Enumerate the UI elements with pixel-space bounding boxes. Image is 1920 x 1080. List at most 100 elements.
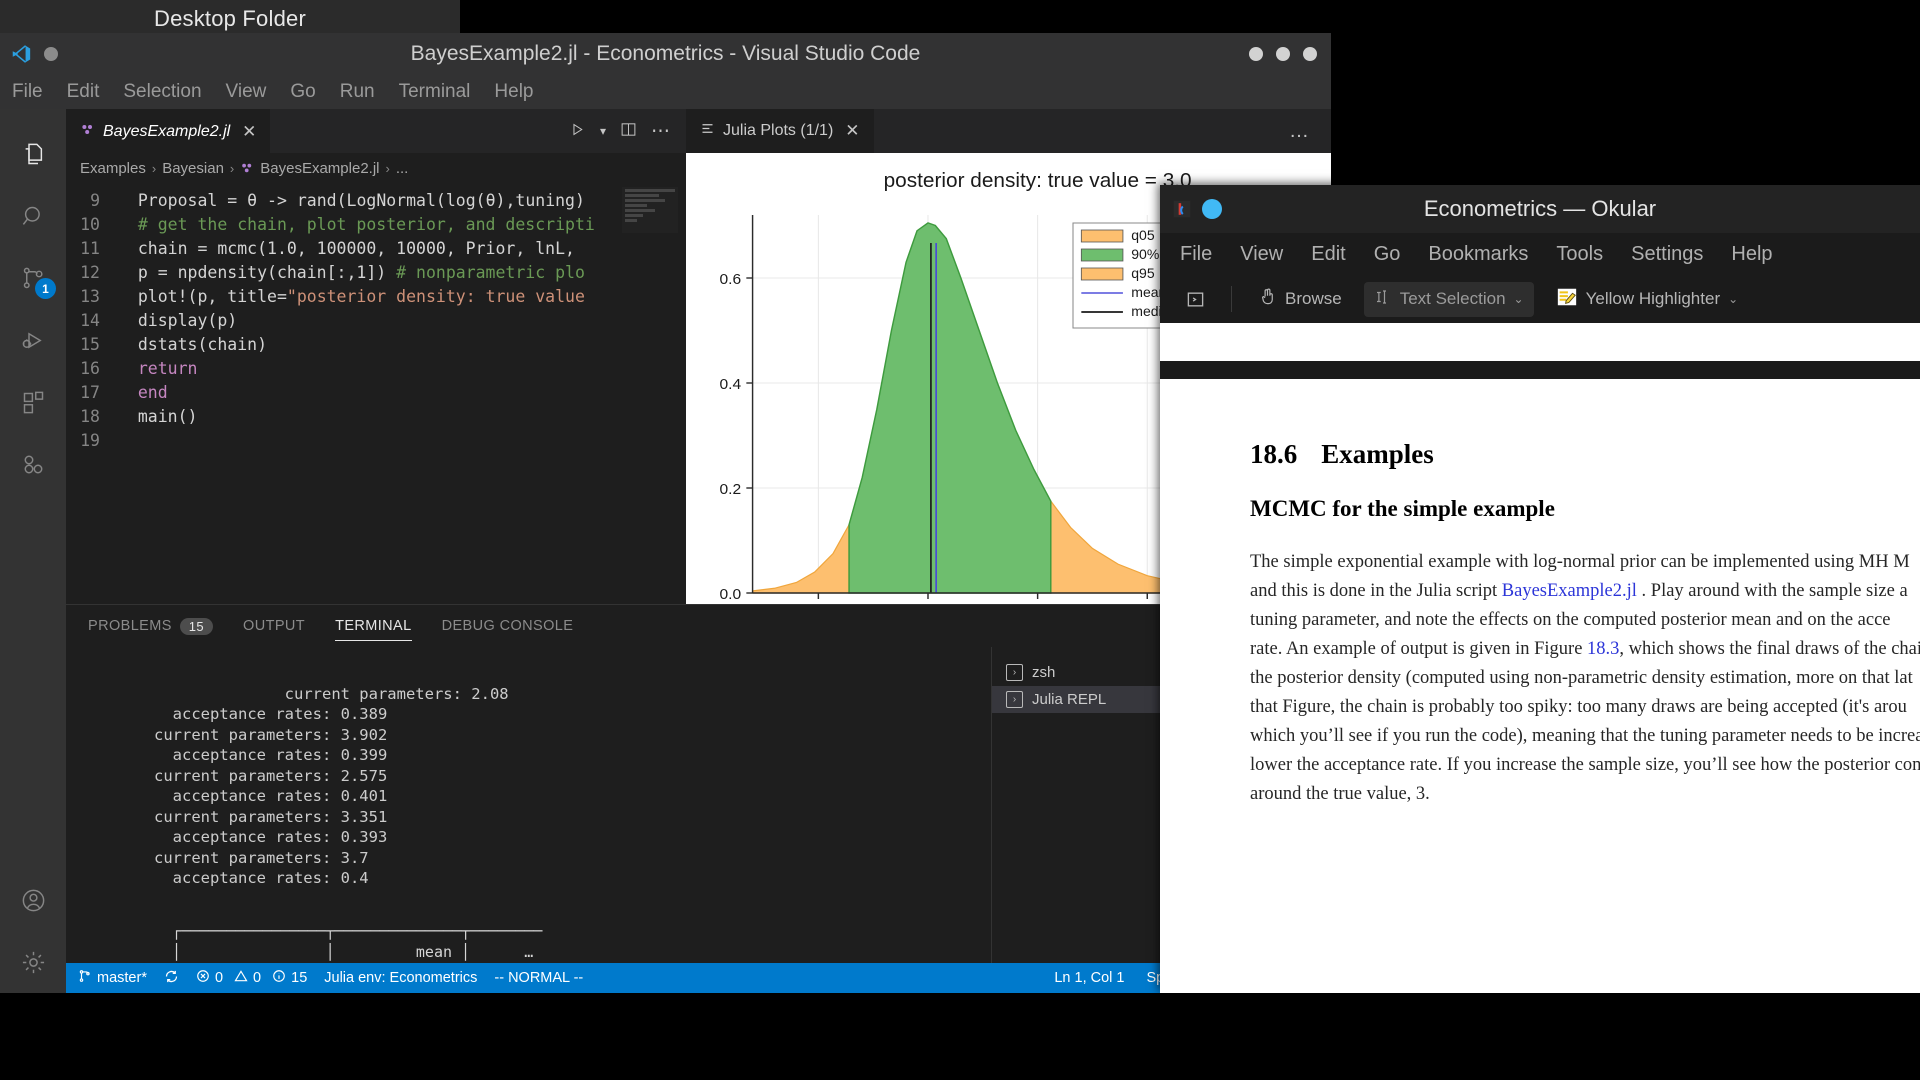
code-line-number: 13 (80, 287, 100, 306)
document-text-line: that Figure, the chain is probably too s… (1250, 693, 1920, 722)
dstats-table-text: ┌────────────────┬──────────────┬───────… (172, 922, 543, 961)
okular-document-page[interactable]: 18.6 Examples MCMC for the simple example… (1160, 379, 1920, 993)
breadcrumb-item-bayesian[interactable]: Bayesian (162, 160, 224, 177)
maximize-button[interactable] (1276, 47, 1290, 61)
tab-problems[interactable]: PROBLEMS 15 (88, 605, 214, 647)
okular-menu-bookmarks[interactable]: Bookmarks (1428, 243, 1528, 266)
breadcrumb-item-examples[interactable]: Examples (80, 160, 146, 177)
okular-menu-go[interactable]: Go (1374, 243, 1401, 266)
code-line-text: plot!(p, title="posterior density: true … (118, 287, 585, 306)
account-icon[interactable] (0, 869, 66, 931)
status-sync[interactable] (164, 969, 179, 988)
code-line-number: 18 (80, 407, 100, 426)
source-control-icon[interactable]: 1 (0, 247, 66, 309)
activity-bar: 1 (0, 109, 66, 993)
code-line-text: Proposal = θ -> rand(LogNormal(log(θ),tu… (118, 191, 585, 210)
menu-edit[interactable]: Edit (67, 81, 100, 103)
run-debug-icon[interactable] (0, 309, 66, 371)
terminal-output[interactable]: current parameters: 2.08 acceptance rate… (66, 647, 991, 963)
plots-tab-close-icon[interactable]: ✕ (845, 121, 859, 141)
yellow-highlighter-button[interactable]: Yellow Highlighter ⌄ (1546, 280, 1749, 319)
settings-gear-icon[interactable] (0, 931, 66, 993)
chevron-down-icon[interactable]: ⌄ (1728, 292, 1738, 306)
status-diagnostics[interactable]: 0 0 15 (196, 969, 307, 987)
okular-menu-edit[interactable]: Edit (1311, 243, 1345, 266)
browse-tool-button[interactable]: Browse (1248, 281, 1352, 317)
document-text: rate. An example of output is given in F… (1250, 639, 1588, 659)
julia-icon[interactable] (0, 433, 66, 495)
okular-menubar[interactable]: File View Edit Go Bookmarks Tools Settin… (1160, 233, 1920, 275)
tab-output[interactable]: OUTPUT (243, 605, 305, 647)
chevron-down-icon[interactable]: ⌄ (1514, 292, 1524, 306)
code-line-number: 10 (80, 215, 100, 234)
tab-output-label: OUTPUT (243, 618, 306, 634)
close-button[interactable] (1303, 47, 1317, 61)
toolbar-divider (1231, 286, 1232, 312)
editor-tab-bayesexample2[interactable]: BayesExample2.jl ✕ (66, 109, 271, 153)
breadcrumb[interactable]: Examples › Bayesian › BayesExample2.jl ›… (66, 153, 686, 183)
document-text: , which shows the final draws of the cha… (1619, 639, 1920, 659)
okular-menu-file[interactable]: File (1180, 243, 1212, 266)
split-editor-icon[interactable] (620, 121, 637, 141)
vscode-logo-icon (8, 41, 34, 67)
status-branch-label: master* (97, 970, 147, 986)
code-line-number: 15 (80, 335, 100, 354)
menu-view[interactable]: View (226, 81, 267, 103)
tab-terminal[interactable]: TERMINAL (335, 605, 412, 647)
status-cursor-position[interactable]: Ln 1, Col 1 (1054, 970, 1124, 986)
editor-tab-row: BayesExample2.jl ✕ ▾ ⋯ (66, 109, 686, 153)
section-number: 18.6 (1250, 439, 1298, 469)
status-error-count: 0 (214, 970, 224, 986)
plots-pane-icon (700, 121, 715, 141)
breadcrumb-sep-icon: › (151, 160, 157, 176)
okular-toolbar: Browse Text Selection ⌄ Yellow Highlight… (1160, 275, 1920, 323)
okular-menu-tools[interactable]: Tools (1556, 243, 1603, 266)
okular-menu-help[interactable]: Help (1731, 243, 1772, 266)
plots-more-actions-icon[interactable]: … (1289, 120, 1331, 143)
code-editor[interactable]: 9 Proposal = θ -> rand(LogNormal(log(θ),… (66, 183, 686, 604)
okular-menu-view[interactable]: View (1240, 243, 1283, 266)
minimize-button[interactable] (1249, 47, 1263, 61)
run-file-icon[interactable] (569, 121, 586, 141)
editor-tab-close-icon[interactable]: ✕ (242, 122, 256, 142)
document-link[interactable]: 18.3 (1587, 639, 1619, 659)
chart-title: posterior density: true value = 3.0 (884, 170, 1192, 192)
menu-help[interactable]: Help (494, 81, 533, 103)
search-icon[interactable] (0, 185, 66, 247)
menu-run[interactable]: Run (340, 81, 375, 103)
status-info-count: 15 (291, 970, 308, 986)
code-line-text: p = npdensity(chain[:,1]) # nonparametri… (118, 263, 585, 282)
sidebar-toggle-icon[interactable] (1176, 284, 1215, 315)
document-link[interactable]: BayesExample2.jl (1502, 581, 1637, 601)
explorer-icon[interactable] (0, 123, 66, 185)
text-selection-tool-button[interactable]: Text Selection ⌄ (1363, 281, 1534, 317)
terminal-log-text: current parameters: 2.08 acceptance rate… (154, 684, 509, 888)
code-line-text: chain = mcmc(1.0, 100000, 10000, Prior, … (118, 239, 575, 258)
editor-more-actions-icon[interactable]: ⋯ (651, 120, 672, 143)
chart-legend-swatch (1080, 229, 1124, 243)
vscode-menubar[interactable]: File Edit Selection View Go Run Terminal… (0, 75, 1331, 109)
vscode-titlebar[interactable]: BayesExample2.jl - Econometrics - Visual… (0, 33, 1331, 75)
document-text-line: tuning parameter, and note the effects o… (1250, 606, 1920, 635)
code-line-number: 9 (90, 191, 100, 210)
status-branch[interactable]: master* (78, 969, 147, 987)
menu-terminal[interactable]: Terminal (399, 81, 471, 103)
plots-tab-julia-plots[interactable]: Julia Plots (1/1) ✕ (686, 109, 874, 153)
chevron-down-icon[interactable]: ▾ (600, 124, 606, 138)
status-vim-mode: -- NORMAL -- (494, 970, 584, 986)
okular-titlebar[interactable]: Econometrics — Okular (1160, 185, 1920, 233)
status-julia-env[interactable]: Julia env: Econometrics (324, 970, 477, 986)
window-controls[interactable] (1249, 47, 1317, 61)
menu-file[interactable]: File (12, 81, 43, 103)
breadcrumb-item-more[interactable]: ... (396, 160, 409, 177)
okular-menu-settings[interactable]: Settings (1631, 243, 1703, 266)
extensions-icon[interactable] (0, 371, 66, 433)
document-text: the posterior density (computed using no… (1250, 668, 1913, 688)
chart-y-tick-label: 0.4 (719, 376, 741, 393)
tab-debug-console[interactable]: DEBUG CONSOLE (442, 605, 574, 647)
breadcrumb-item-file[interactable]: BayesExample2.jl (260, 160, 379, 177)
menu-go[interactable]: Go (290, 81, 315, 103)
julia-file-icon (80, 122, 95, 142)
menu-selection[interactable]: Selection (123, 81, 201, 103)
editor-minimap[interactable] (622, 187, 678, 233)
